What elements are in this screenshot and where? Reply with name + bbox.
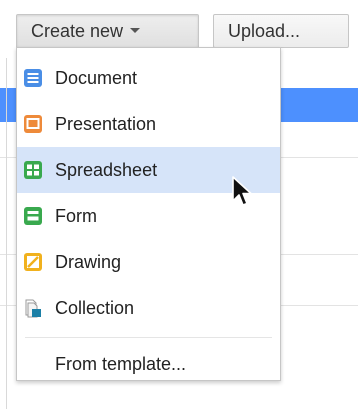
menu-item-document[interactable]: Document (17, 55, 280, 101)
upload-button[interactable]: Upload... (213, 14, 349, 48)
upload-label: Upload... (228, 21, 301, 41)
drawing-icon (23, 252, 43, 272)
menu-item-collection[interactable]: Collection (17, 285, 280, 331)
panel-border (6, 58, 7, 409)
create-new-menu: Document Presentation Spreadsheet Form D… (16, 47, 281, 381)
menu-item-label: Drawing (55, 251, 122, 272)
form-icon (23, 206, 43, 226)
menu-item-label: Spreadsheet (55, 159, 158, 180)
mouse-pointer-icon (230, 175, 256, 209)
menu-separator (25, 337, 272, 338)
menu-item-label: Presentation (55, 113, 157, 134)
presentation-icon (23, 114, 43, 134)
menu-item-label: From template... (55, 353, 187, 374)
document-icon (23, 68, 43, 88)
create-new-button[interactable]: Create new (16, 14, 199, 48)
menu-item-label: Form (55, 205, 97, 226)
collection-icon (23, 298, 43, 318)
menu-item-label: Document (55, 67, 138, 88)
chevron-down-icon (130, 27, 141, 33)
spreadsheet-icon (23, 160, 43, 180)
menu-item-label: Collection (55, 297, 135, 318)
menu-item-presentation[interactable]: Presentation (17, 101, 280, 147)
menu-item-from-template[interactable]: From template... (17, 341, 280, 387)
menu-item-drawing[interactable]: Drawing (17, 239, 280, 285)
docs-screen: Create new Upload... Document Presentati… (0, 0, 358, 409)
create-new-label: Create new (31, 21, 124, 41)
